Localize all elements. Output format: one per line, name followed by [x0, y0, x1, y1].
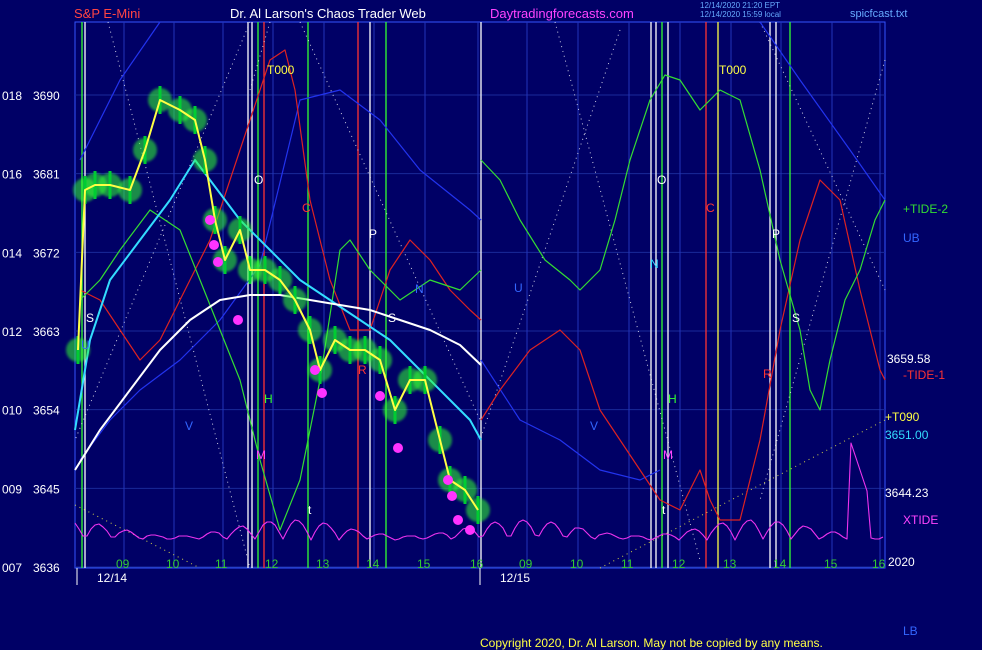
y-tick-right: 3654 — [33, 404, 60, 418]
letter-marker: P — [772, 227, 780, 241]
timestamp-line1: 12/14/2020 21:20 EPT — [700, 1, 780, 10]
letter-marker: T000 — [719, 63, 747, 77]
background — [0, 0, 982, 650]
letter-marker: N — [650, 257, 659, 271]
letter-marker: U — [81, 338, 90, 352]
x-tick-label: 14 — [773, 557, 787, 571]
instrument-label: S&P E-Mini — [74, 6, 140, 21]
pivot-dot — [443, 475, 453, 485]
chaos-chart: S&P E-Mini Dr. Al Larson's Chaos Trader … — [0, 0, 982, 650]
letter-marker: N — [415, 282, 424, 296]
x-tick-label: 12 — [672, 557, 686, 571]
label-ub: UB — [903, 231, 920, 245]
letter-marker: P — [369, 227, 377, 241]
label-price-a: 3659.58 — [887, 352, 931, 366]
y-tick-right: 3672 — [33, 246, 60, 260]
letter-marker: T000 — [267, 63, 295, 77]
letter-marker: R — [358, 363, 367, 377]
pivot-dot — [453, 515, 463, 525]
letter-marker: V — [590, 419, 598, 433]
pivot-dot — [213, 257, 223, 267]
letter-marker: M — [663, 448, 673, 462]
label-price-c: 3644.23 — [885, 486, 929, 500]
letter-marker: S — [388, 311, 396, 325]
x-date-label: 12/14 — [97, 571, 127, 585]
letter-marker: V — [185, 419, 193, 433]
x-tick-label: 10 — [166, 557, 180, 571]
letter-marker: O — [657, 173, 666, 187]
y-tick-left: 009 — [2, 482, 22, 496]
y-tick-right: 3681 — [33, 168, 60, 182]
letter-marker: O — [254, 173, 263, 187]
copyright: Copyright 2020, Dr. Al Larson. May not b… — [480, 636, 823, 650]
pivot-dot — [317, 388, 327, 398]
pivot-dot — [205, 215, 215, 225]
x-tick-label: 16 — [872, 557, 886, 571]
y-tick-right: 3636 — [33, 561, 60, 575]
letter-marker: H — [668, 392, 677, 406]
label-t090: +T090 — [885, 410, 920, 424]
filename-label: spicfcast.txt — [850, 8, 907, 20]
y-tick-left: 012 — [2, 325, 22, 339]
label-price-b: 3651.00 — [885, 428, 929, 442]
pivot-dot — [233, 315, 243, 325]
x-tick-label: 15 — [417, 557, 431, 571]
y-tick-right: 3663 — [33, 325, 60, 339]
letter-marker: S — [792, 311, 800, 325]
letter-marker: U — [514, 281, 523, 295]
pivot-dot — [465, 525, 475, 535]
chart-window: S&P E-Mini Dr. Al Larson's Chaos Trader … — [0, 0, 982, 650]
x-date-label: 12/15 — [500, 571, 530, 585]
pivot-dot — [375, 391, 385, 401]
x-tick-label: 09 — [519, 557, 533, 571]
pivot-dot — [209, 240, 219, 250]
letter-marker: M — [256, 448, 266, 462]
x-tick-label: 13 — [316, 557, 330, 571]
label-tide-plus2: +TIDE-2 — [903, 202, 948, 216]
letter-marker: R — [763, 367, 772, 381]
timestamp-line2: 12/14/2020 15:59 local — [700, 10, 781, 19]
y-tick-left: 010 — [2, 404, 22, 418]
x-tick-label: 14 — [366, 557, 380, 571]
y-tick-left: 007 — [2, 561, 22, 575]
y-tick-left: 016 — [2, 168, 22, 182]
letter-marker: S — [86, 311, 94, 325]
x-tick-label: 15 — [824, 557, 838, 571]
label-year: 2020 — [888, 555, 915, 569]
letter-marker: H — [264, 392, 273, 406]
letter-marker: C — [302, 201, 311, 215]
x-tick-label: 13 — [723, 557, 737, 571]
y-tick-left: 018 — [2, 89, 22, 103]
x-tick-label: 11 — [621, 557, 634, 571]
x-tick-label: 11 — [215, 557, 228, 571]
letter-marker: C — [706, 201, 715, 215]
lb-label: LB — [903, 624, 918, 638]
y-tick-left: 014 — [2, 246, 22, 260]
pivot-dot — [447, 491, 457, 501]
pivot-dot — [393, 443, 403, 453]
y-tick-right: 3690 — [33, 89, 60, 103]
label-xtide: XTIDE — [903, 513, 938, 527]
x-tick-label: 12 — [265, 557, 279, 571]
y-tick-right: 3645 — [33, 482, 60, 496]
site-url[interactable]: Daytradingforecasts.com — [490, 6, 634, 21]
x-tick-label: 10 — [570, 557, 584, 571]
x-tick-label: 09 — [116, 557, 130, 571]
site-title: Dr. Al Larson's Chaos Trader Web — [230, 6, 426, 21]
x-tick-label: 16 — [470, 557, 484, 571]
pivot-dot — [310, 365, 320, 375]
label-tide-minus1: -TIDE-1 — [903, 368, 945, 382]
